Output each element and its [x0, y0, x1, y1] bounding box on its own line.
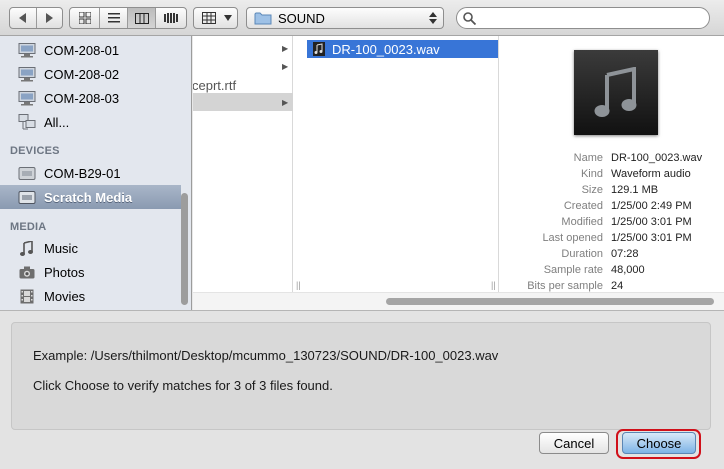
column-resize-handle[interactable]: ||: [296, 280, 301, 290]
arrange-popup[interactable]: [193, 7, 238, 29]
computer-icon: [18, 90, 36, 106]
sidebar-item-com-208-02[interactable]: COM-208-02: [0, 62, 180, 86]
folder-icon: [254, 12, 272, 25]
dialog-footer: Example: /Users/thilmont/Desktop/mcummo_…: [0, 310, 724, 469]
toolbar: SOUND: [0, 0, 724, 36]
cover-flow-button[interactable]: [156, 8, 186, 28]
example-path-text: Example: /Users/thilmont/Desktop/mcummo_…: [33, 348, 499, 363]
sidebar-item-movies[interactable]: Movies: [0, 284, 180, 308]
list-item-selected-folder[interactable]: ▶: [193, 93, 293, 111]
sidebar: COM-208-01 COM-208-02 COM-208-03 All... …: [0, 36, 192, 310]
instruction-text: Click Choose to verify matches for 3 of …: [33, 378, 333, 393]
music-note-icon: [594, 66, 637, 117]
cancel-button[interactable]: Cancel: [539, 432, 609, 454]
forward-button[interactable]: [37, 8, 63, 28]
music-note-icon: [18, 240, 36, 256]
icon-view-icon: [78, 12, 91, 24]
sidebar-item-label: COM-208-03: [44, 90, 120, 106]
sidebar-item-label: COM-208-01: [44, 42, 120, 58]
list-view-button[interactable]: [100, 8, 128, 28]
list-view-icon: [107, 13, 120, 23]
devices-header: DEVICES: [10, 145, 60, 157]
updown-chevron-icon: [429, 12, 437, 24]
search-field[interactable]: [456, 7, 710, 29]
sidebar-item-com-208-01[interactable]: COM-208-01: [0, 38, 180, 62]
camera-icon: [18, 264, 36, 280]
chevron-down-icon: [224, 15, 232, 21]
sidebar-item-label: COM-208-02: [44, 66, 120, 82]
choose-button[interactable]: Choose: [622, 432, 696, 454]
column-1: ▶ ▶ ceprt.rtf ▶ ||: [193, 36, 301, 292]
column-view-button[interactable]: [128, 8, 156, 28]
sidebar-item-scratch-media[interactable]: Scratch Media: [0, 185, 181, 209]
search-icon: [463, 11, 476, 25]
sidebar-item-photos[interactable]: Photos: [0, 260, 180, 284]
drive-icon: [18, 165, 36, 181]
view-mode-switcher: [69, 7, 187, 29]
computer-icon: [18, 42, 36, 58]
disclosure-arrow-icon: ▶: [282, 62, 289, 71]
sidebar-item-label: Photos: [44, 264, 85, 280]
message-box: Example: /Users/thilmont/Desktop/mcummo_…: [11, 322, 711, 430]
icon-view-button[interactable]: [70, 8, 100, 28]
horizontal-scroll-thumb[interactable]: [386, 298, 714, 305]
sidebar-scrollbar[interactable]: [181, 193, 188, 305]
list-item-selected-file[interactable]: DR-100_0023.wav: [307, 40, 498, 58]
location-popup[interactable]: SOUND: [246, 7, 444, 29]
media-header: MEDIA: [10, 221, 47, 233]
sidebar-item-label: Music: [44, 240, 78, 256]
arrange-grid-icon: [202, 12, 216, 24]
sidebar-item-all[interactable]: All...: [0, 110, 180, 134]
sidebar-item-label: Movies: [44, 288, 86, 304]
album-art-thumbnail: [574, 50, 658, 135]
column-view-icon: [134, 12, 149, 24]
search-input[interactable]: [481, 11, 691, 25]
history-nav: [9, 7, 63, 29]
column-2: DR-100_0023.wav ||: [301, 36, 499, 292]
column-browser: ▶ ▶ ceprt.rtf ▶ || DR-100_0023.wav || Na…: [193, 36, 724, 310]
file-name: DR-100_0023.wav: [332, 41, 440, 57]
disclosure-arrow-icon: ▶: [282, 44, 289, 53]
sidebar-item-com-208-03[interactable]: COM-208-03: [0, 86, 180, 110]
drive-icon: [18, 189, 36, 205]
sidebar-item-com-b29-01[interactable]: COM-B29-01: [0, 161, 180, 185]
sidebar-item-label: COM-B29-01: [44, 165, 121, 181]
forward-arrow-icon: [46, 13, 54, 23]
location-label: SOUND: [278, 10, 325, 26]
sidebar-item-music[interactable]: Music: [0, 236, 180, 260]
network-icon: [18, 114, 36, 130]
sidebar-item-label: All...: [44, 114, 70, 130]
film-icon: [18, 288, 36, 304]
list-item[interactable]: ceprt.rtf: [193, 76, 293, 94]
audio-file-icon: [313, 42, 325, 56]
file-name: ceprt.rtf: [193, 77, 237, 93]
horizontal-scrollbar[interactable]: [193, 292, 724, 310]
sidebar-item-label: Scratch Media: [44, 189, 133, 205]
computer-icon: [18, 66, 36, 82]
cover-flow-icon: [164, 13, 178, 23]
disclosure-arrow-icon: ▶: [282, 98, 289, 107]
back-arrow-icon: [18, 13, 26, 23]
back-button[interactable]: [10, 8, 37, 28]
